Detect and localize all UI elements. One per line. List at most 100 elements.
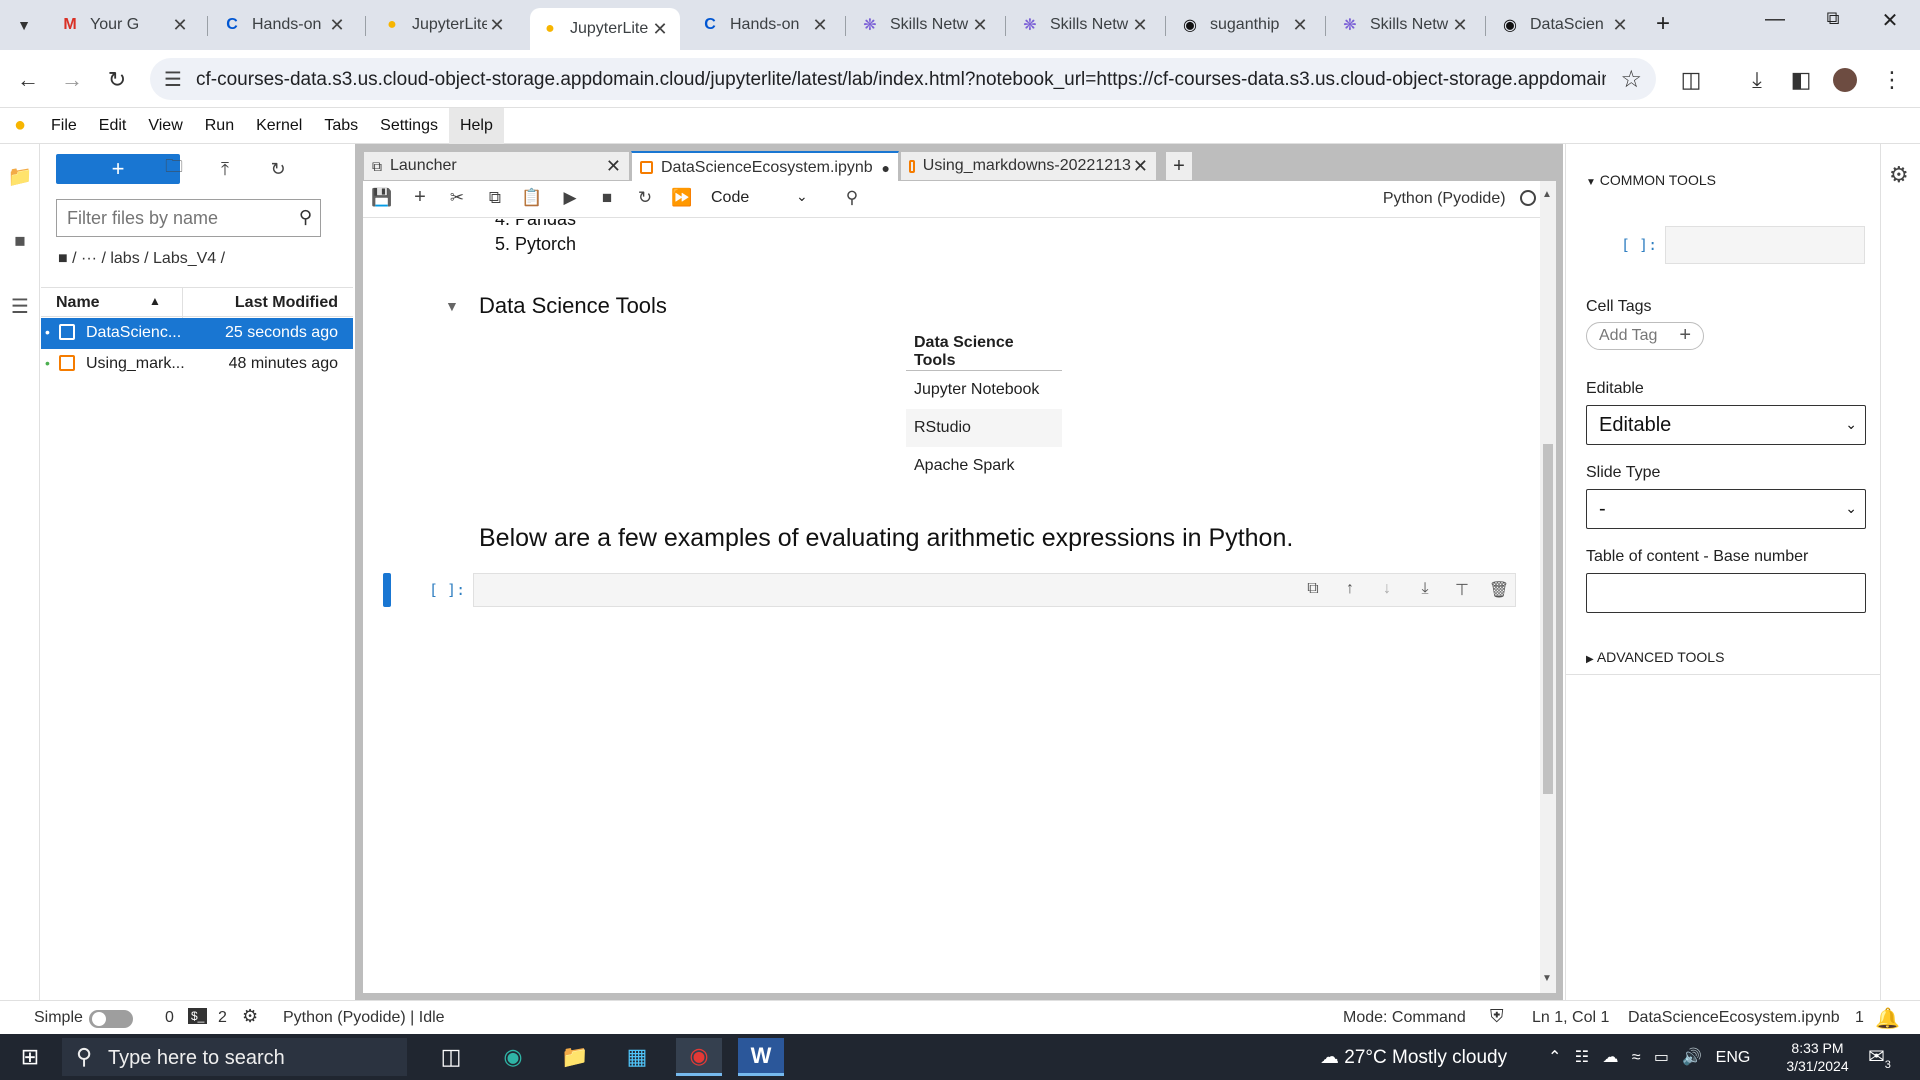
restore-icon[interactable]: ⧉ <box>1813 8 1853 29</box>
action-center-icon[interactable]: ✉3 <box>1868 1044 1891 1071</box>
filter-files-field[interactable]: ⚲ <box>56 199 321 237</box>
edge-icon[interactable]: ◉ <box>490 1038 536 1076</box>
breadcrumb[interactable]: ■ / ··· / labs / Labs_V4 / <box>58 250 225 268</box>
kernel-name[interactable]: Python (Pyodide) <box>1383 190 1506 207</box>
file-explorer-icon[interactable]: 📁 <box>552 1038 598 1076</box>
browser-tab-3[interactable]: ● JupyterLite ✕ <box>372 8 517 42</box>
show-hidden-icons-icon[interactable]: ⌃ <box>1548 1049 1561 1066</box>
browser-tab-2[interactable]: C Hands-on ✕ <box>212 8 357 42</box>
menu-help[interactable]: Help <box>448 107 504 144</box>
editable-select[interactable]: Editable ⌄ <box>1586 405 1866 445</box>
volume-icon[interactable]: 🔊 <box>1682 1049 1702 1066</box>
new-folder-icon[interactable]: 🗀 <box>159 154 189 184</box>
menu-edit[interactable]: Edit <box>88 117 138 135</box>
upload-icon[interactable]: ⤒ <box>210 154 240 184</box>
toc-base-number-input[interactable] <box>1586 573 1866 613</box>
menu-tabs[interactable]: Tabs <box>313 117 369 135</box>
close-icon[interactable]: ✕ <box>1130 15 1150 36</box>
breadcrumb-path[interactable]: / ··· / labs / Labs_V4 / <box>72 250 225 267</box>
cut-icon[interactable]: ✂ <box>445 188 469 212</box>
advanced-tools-section[interactable]: ▶ ADVANCED TOOLS <box>1586 649 1724 665</box>
browser-tab-5[interactable]: C Hands-on ✕ <box>690 8 840 42</box>
menu-run[interactable]: Run <box>194 117 245 135</box>
chrome-icon[interactable]: ◉ <box>676 1038 722 1076</box>
back-icon[interactable]: ← <box>12 64 44 96</box>
avatar[interactable] <box>1829 64 1861 96</box>
address-bar[interactable]: ☰ cf-courses-data.s3.us.cloud-object-sto… <box>150 58 1656 100</box>
notebook-scrollbar[interactable]: ▲ ▼ <box>1540 181 1556 993</box>
close-icon[interactable]: ✕ <box>1133 156 1148 177</box>
add-tag-button[interactable]: Add Tag + <box>1586 322 1704 350</box>
active-cell-marker[interactable] <box>383 573 391 607</box>
close-icon[interactable]: ✕ <box>810 15 830 36</box>
close-icon[interactable]: ✕ <box>487 15 507 36</box>
taskbar-search-box[interactable]: ⚲ Type here to search <box>62 1038 407 1076</box>
insert-cell-icon[interactable]: + <box>408 186 432 210</box>
close-icon[interactable]: ✕ <box>170 15 190 36</box>
kernel-status[interactable]: Python (Pyodide) | Idle <box>283 1009 445 1027</box>
close-icon[interactable]: ✕ <box>650 19 670 40</box>
word-icon[interactable]: W <box>738 1038 784 1076</box>
unsaved-dot-icon[interactable]: ● <box>882 160 890 176</box>
weather-widget[interactable]: ☁ 27°C Mostly cloudy <box>1320 1046 1507 1069</box>
terminal-count[interactable]: 0 <box>165 1009 174 1027</box>
debugger-icon[interactable]: ⚲ <box>840 188 864 212</box>
new-tab-button[interactable]: + <box>1643 10 1683 38</box>
column-name-header[interactable]: Name <box>56 294 100 312</box>
scroll-down-icon[interactable]: ▼ <box>1542 973 1552 984</box>
side-panel-icon[interactable]: ◧ <box>1785 64 1817 96</box>
code-cell-editor[interactable]: ⧉ ↑ ↓ ⤓ ⊤ 🗑 <box>473 573 1516 607</box>
copy-icon[interactable]: ⧉ <box>483 188 507 212</box>
menu-view[interactable]: View <box>137 117 193 135</box>
close-icon[interactable]: ✕ <box>1610 15 1630 36</box>
site-info-icon[interactable]: ☰ <box>164 67 182 92</box>
stop-icon[interactable]: ■ <box>595 188 619 212</box>
network-icon[interactable]: ☷ <box>1575 1049 1589 1066</box>
insert-above-icon[interactable]: ⤓ <box>1414 580 1436 598</box>
more-menu-icon[interactable]: ⋮ <box>1876 64 1908 96</box>
close-icon[interactable]: ✕ <box>1450 15 1470 36</box>
kernel-count[interactable]: 2 <box>218 1009 227 1027</box>
scroll-up-icon[interactable]: ▲ <box>1542 189 1552 200</box>
property-inspector-gear-icon[interactable]: ⚙ <box>1889 162 1909 188</box>
browser-tab-7[interactable]: ❋ Skills Netw ✕ <box>1010 8 1160 42</box>
new-launcher-tab-button[interactable]: + <box>1165 151 1193 181</box>
browser-tab-6[interactable]: ❋ Skills Netw ✕ <box>850 8 1000 42</box>
system-clock[interactable]: 8:33 PM 3/31/2024 <box>1770 1039 1865 1075</box>
reload-icon[interactable]: ↻ <box>101 64 133 96</box>
url-text[interactable]: cf-courses-data.s3.us.cloud-object-stora… <box>196 69 1606 91</box>
tab-launcher[interactable]: ⧉ Launcher ✕ <box>363 151 630 181</box>
minimize-icon[interactable]: — <box>1755 8 1795 31</box>
delete-cell-icon[interactable]: 🗑 <box>1488 580 1510 600</box>
column-modified-header[interactable]: Last Modified <box>235 294 338 312</box>
close-icon[interactable]: ✕ <box>1290 15 1310 36</box>
paste-icon[interactable]: 📋 <box>520 188 544 212</box>
wifi-icon[interactable]: ≈ <box>1632 1049 1641 1066</box>
browser-tab-4-active[interactable]: ● JupyterLite ✕ <box>530 8 680 50</box>
restart-icon[interactable]: ↻ <box>633 188 657 212</box>
browser-tab-1[interactable]: M Your G ✕ <box>50 8 200 42</box>
bookmark-star-icon[interactable]: ☆ <box>1620 65 1642 94</box>
extensions-icon[interactable]: ◫ <box>1675 64 1707 96</box>
close-icon[interactable]: ✕ <box>327 15 347 36</box>
collapse-caret-icon[interactable]: ▼ <box>445 298 459 314</box>
task-view-icon[interactable]: ◫ <box>428 1038 474 1076</box>
browser-tab-9[interactable]: ❋ Skills Netw ✕ <box>1330 8 1480 42</box>
cursor-position[interactable]: Ln 1, Col 1 <box>1532 1009 1609 1027</box>
duplicate-cell-icon[interactable]: ⧉ <box>1302 580 1324 598</box>
menu-kernel[interactable]: Kernel <box>245 117 313 135</box>
running-kernels-icon[interactable]: ⏹ <box>0 221 40 261</box>
windows-start-icon[interactable]: ⊞ <box>10 1044 50 1070</box>
close-icon[interactable]: ✕ <box>970 15 990 36</box>
refresh-icon[interactable]: ↻ <box>263 154 293 184</box>
close-window-icon[interactable]: ✕ <box>1870 8 1910 33</box>
file-row[interactable]: • DataScienc... 25 seconds ago <box>41 318 353 349</box>
column-divider[interactable] <box>182 288 183 318</box>
table-of-contents-icon[interactable]: ☰ <box>0 286 40 326</box>
tab-notebook[interactable]: DataScienceEcosystem.ipynb ● <box>631 151 899 182</box>
download-icon[interactable]: ⤓ <box>1741 64 1773 96</box>
cell-type-select[interactable]: Code ⌄ <box>711 188 808 207</box>
slide-type-select[interactable]: - ⌄ <box>1586 489 1866 529</box>
trusted-shield-icon[interactable]: ⛨ <box>1490 1006 1504 1027</box>
battery-icon[interactable]: ▭ <box>1654 1049 1669 1066</box>
